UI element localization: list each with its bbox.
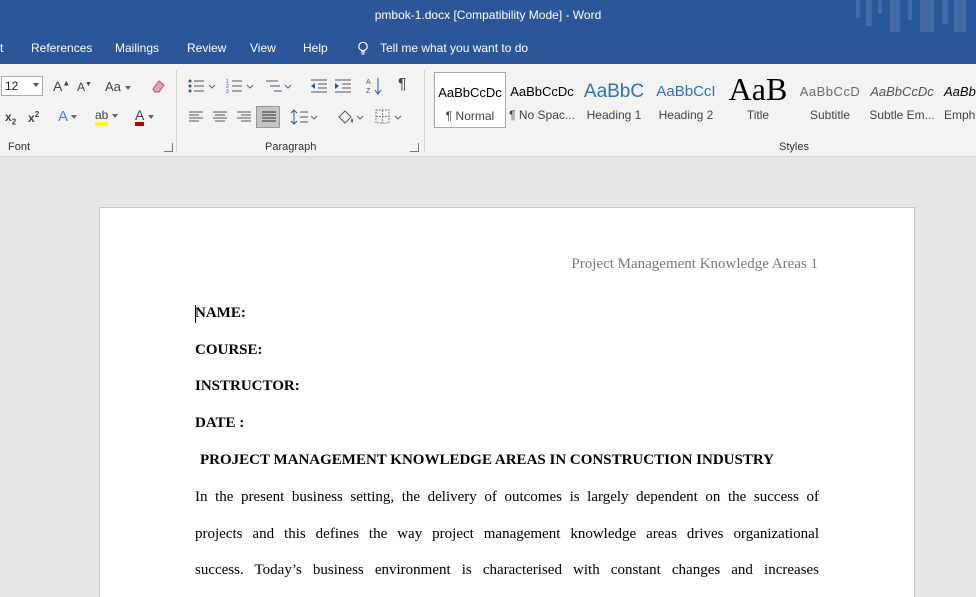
group-label-paragraph: Paragraph bbox=[265, 141, 317, 153]
styles-gallery: AaBbCcDc ¶ Normal AaBbCcDc ¶ No Spac... … bbox=[432, 70, 976, 132]
change-case-button[interactable]: Aa bbox=[105, 79, 131, 94]
borders-button[interactable] bbox=[374, 108, 404, 129]
paragraph-dialog-launcher-icon[interactable] bbox=[410, 143, 419, 152]
title-decoration bbox=[846, 0, 976, 32]
lightbulb-icon bbox=[358, 41, 368, 55]
font-size-value: 12 bbox=[5, 79, 19, 93]
font-color-button[interactable]: A bbox=[135, 108, 154, 126]
group-separator bbox=[176, 70, 177, 152]
svg-text:3: 3 bbox=[226, 89, 229, 94]
style-title[interactable]: AaB Title bbox=[722, 72, 794, 128]
window-title: pmbok-1.docx [Compatibility Mode] - Word bbox=[374, 8, 602, 22]
grow-font-button[interactable]: A▲ bbox=[53, 78, 70, 94]
tab-insert[interactable]: t bbox=[0, 41, 3, 55]
shrink-font-button[interactable]: A▼ bbox=[77, 80, 92, 94]
style-subtle-emphasis[interactable]: AaBbCcDc Subtle Em... bbox=[866, 72, 938, 128]
style-heading-2[interactable]: AaBbCcI Heading 2 bbox=[650, 72, 722, 128]
field-course[interactable]: COURSE: bbox=[195, 342, 263, 359]
style-emphasis[interactable]: AaBb Emph bbox=[938, 72, 976, 128]
line-spacing-button[interactable] bbox=[290, 108, 320, 129]
numbering-icon: 123 bbox=[226, 79, 254, 95]
group-separator bbox=[424, 70, 425, 152]
font-size-box[interactable]: 12 bbox=[1, 76, 43, 96]
clear-formatting-button[interactable] bbox=[150, 78, 166, 97]
style-subtitle[interactable]: AaBbCcD Subtitle bbox=[794, 72, 866, 128]
paint-bucket-icon bbox=[338, 110, 364, 124]
bullets-icon bbox=[188, 79, 216, 93]
superscript-button[interactable]: x2 bbox=[28, 110, 39, 125]
eraser-icon bbox=[152, 80, 165, 93]
chevron-down-icon bbox=[111, 113, 118, 118]
align-left-button[interactable] bbox=[188, 110, 204, 127]
document-title[interactable]: PROJECT MANAGEMENT KNOWLEDGE AREAS IN CO… bbox=[200, 452, 774, 469]
document-canvas[interactable]: Project Management Knowledge Areas 1 NAM… bbox=[0, 158, 976, 597]
group-label-font: Font bbox=[8, 141, 31, 153]
paragraph-line[interactable]: projects and this defines the way projec… bbox=[195, 526, 819, 543]
chevron-down-icon bbox=[33, 83, 39, 87]
decrease-indent-icon bbox=[311, 79, 327, 93]
chevron-down-icon bbox=[147, 114, 154, 119]
field-date[interactable]: DATE : bbox=[195, 415, 244, 432]
style-heading-1[interactable]: AaBbC Heading 1 bbox=[578, 72, 650, 128]
increase-indent-button[interactable] bbox=[334, 78, 352, 97]
align-right-button[interactable] bbox=[236, 110, 252, 127]
document-page[interactable]: Project Management Knowledge Areas 1 NAM… bbox=[99, 207, 915, 597]
svg-text:A: A bbox=[366, 79, 371, 86]
font-dialog-launcher-icon[interactable] bbox=[164, 143, 173, 152]
line-spacing-icon bbox=[290, 109, 318, 125]
ribbon: 12 A▲ A▼ Aa x2 x2 A ab A Font 123 AZ ¶ P… bbox=[0, 64, 976, 157]
paragraph-line[interactable]: In the present business setting, the del… bbox=[195, 489, 819, 506]
text-effects-button[interactable]: A bbox=[58, 108, 78, 125]
align-center-button[interactable] bbox=[212, 110, 228, 127]
numbering-button[interactable]: 123 bbox=[226, 78, 256, 97]
align-right-icon bbox=[237, 111, 251, 122]
field-instructor[interactable]: INSTRUCTOR: bbox=[195, 378, 300, 395]
svg-text:Z: Z bbox=[366, 88, 371, 95]
group-label-styles: Styles bbox=[779, 141, 809, 153]
font-color-icon: A bbox=[135, 108, 145, 126]
field-name[interactable]: NAME: bbox=[195, 305, 246, 322]
sort-button[interactable]: AZ bbox=[366, 76, 382, 99]
tab-mailings[interactable]: Mailings bbox=[115, 41, 159, 55]
style-no-spacing[interactable]: AaBbCcDc ¶ No Spac... bbox=[506, 72, 578, 128]
title-bar: pmbok-1.docx [Compatibility Mode] - Word bbox=[0, 0, 976, 32]
tab-references[interactable]: References bbox=[31, 41, 92, 55]
shading-button[interactable] bbox=[336, 108, 366, 129]
tell-me-label: Tell me what you want to do bbox=[380, 41, 529, 55]
tab-review[interactable]: Review bbox=[187, 41, 226, 55]
show-formatting-button[interactable]: ¶ bbox=[398, 76, 407, 94]
multilevel-list-button[interactable] bbox=[264, 78, 294, 97]
bullets-button[interactable] bbox=[188, 78, 218, 97]
align-center-icon bbox=[213, 111, 227, 122]
chevron-down-icon bbox=[71, 115, 78, 120]
subscript-button[interactable]: x2 bbox=[5, 110, 16, 126]
decrease-indent-button[interactable] bbox=[310, 78, 328, 97]
paragraph-line[interactable]: success. Today’s business environment is… bbox=[195, 562, 819, 579]
align-left-icon bbox=[189, 111, 203, 122]
tell-me-search[interactable]: Tell me what you want to do bbox=[356, 41, 528, 55]
highlight-button[interactable]: ab bbox=[95, 108, 118, 126]
style-normal[interactable]: AaBbCcDc ¶ Normal bbox=[434, 72, 506, 128]
increase-indent-icon bbox=[335, 79, 351, 93]
chevron-down-icon bbox=[124, 85, 131, 90]
highlight-icon: ab bbox=[95, 108, 109, 126]
tab-help[interactable]: Help bbox=[303, 41, 328, 55]
ribbon-tabs: t References Mailings Review View Help T… bbox=[0, 32, 976, 64]
justify-icon bbox=[262, 111, 276, 122]
borders-icon bbox=[375, 109, 402, 124]
multilevel-list-icon bbox=[266, 80, 292, 92]
page-header[interactable]: Project Management Knowledge Areas 1 bbox=[571, 256, 818, 273]
justify-button[interactable] bbox=[256, 106, 280, 128]
sort-icon: AZ bbox=[366, 78, 382, 95]
tab-view[interactable]: View bbox=[250, 41, 276, 55]
